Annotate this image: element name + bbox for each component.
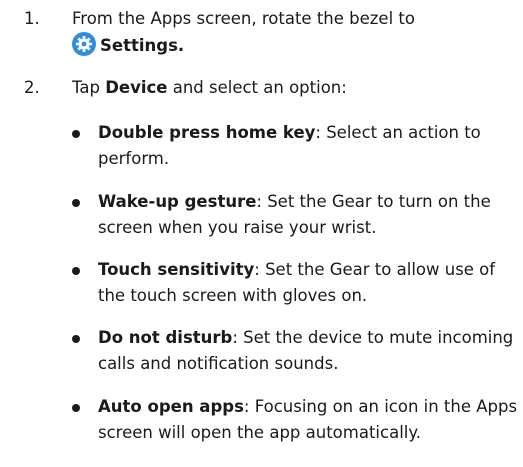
settings-label: Settings. bbox=[100, 36, 185, 55]
device-label: Device bbox=[105, 78, 168, 97]
option-term: Touch sensitivity bbox=[98, 260, 255, 279]
bullet-icon bbox=[72, 335, 80, 343]
bullet-icon bbox=[72, 404, 80, 412]
step-text: Tap Device and select an option: bbox=[72, 75, 512, 101]
bullet-icon bbox=[72, 267, 80, 275]
step-1-text: From the Apps screen, rotate the bezel t… bbox=[72, 9, 415, 28]
settings-gear-icon bbox=[72, 32, 96, 56]
option-text: Double press home key: Select an action … bbox=[98, 120, 518, 172]
option-term: Do not disturb bbox=[98, 328, 233, 347]
step-2-text-after: and select an option: bbox=[167, 78, 347, 97]
bullet-icon bbox=[72, 130, 80, 138]
option-term: Double press home key bbox=[98, 123, 316, 142]
step-text: From the Apps screen, rotate the bezel t… bbox=[72, 6, 512, 59]
option-text: Wake-up gesture: Set the Gear to turn on… bbox=[98, 189, 518, 241]
option-term: Wake-up gesture bbox=[98, 192, 257, 211]
bullet-icon bbox=[72, 199, 80, 207]
option-text: Touch sensitivity: Set the Gear to allow… bbox=[98, 257, 518, 309]
option-text: Do not disturb: Set the device to mute i… bbox=[98, 325, 518, 377]
option-term: Auto open apps bbox=[98, 397, 244, 416]
instruction-document: 1. From the Apps screen, rotate the beze… bbox=[0, 0, 523, 467]
step-number: 2. bbox=[24, 78, 40, 97]
step-2-text-before: Tap bbox=[72, 78, 106, 97]
step-number: 1. bbox=[24, 9, 40, 28]
option-text: Auto open apps: Focusing on an icon in t… bbox=[98, 394, 518, 446]
